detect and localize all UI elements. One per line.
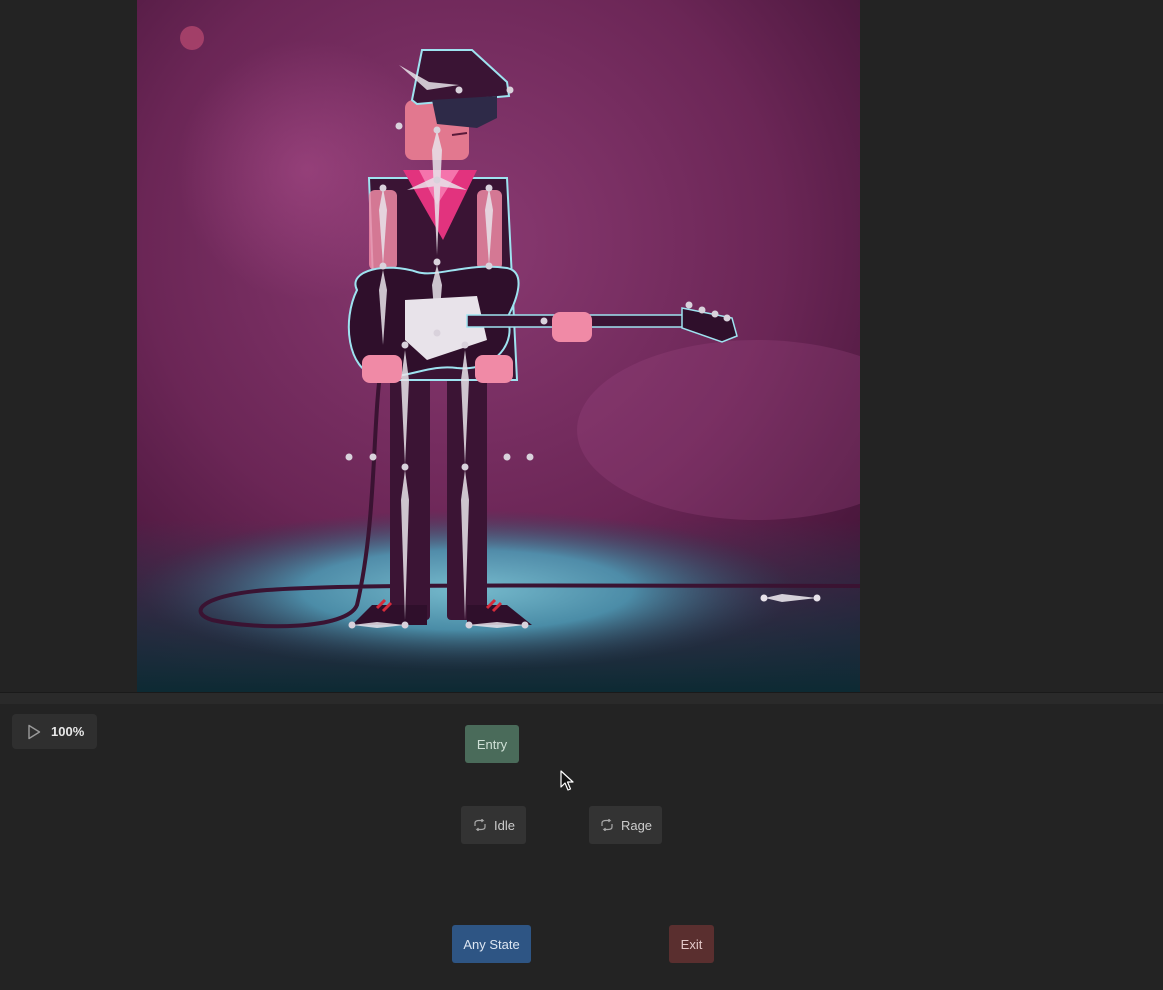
zoom-label: 100% bbox=[51, 724, 85, 739]
panel-divider[interactable] bbox=[0, 692, 1163, 704]
loop-icon bbox=[599, 819, 615, 831]
character-scene bbox=[137, 0, 860, 692]
loop-icon bbox=[472, 819, 488, 831]
state-node-label: Any State bbox=[463, 936, 520, 952]
mouse-cursor-icon bbox=[560, 770, 574, 791]
play-icon bbox=[27, 724, 41, 740]
state-node-any-state[interactable]: Any State bbox=[452, 925, 531, 963]
stage-area bbox=[0, 0, 1163, 692]
state-machine-panel: 100% Entry Idle Rage Any State Exit bbox=[0, 704, 1163, 990]
play-button[interactable]: 100% bbox=[12, 714, 97, 749]
state-node-entry[interactable]: Entry bbox=[465, 725, 519, 763]
state-node-label: Rage bbox=[620, 817, 653, 833]
state-node-exit[interactable]: Exit bbox=[669, 925, 714, 963]
state-node-idle[interactable]: Idle bbox=[461, 806, 526, 844]
state-node-rage[interactable]: Rage bbox=[589, 806, 662, 844]
state-node-label: Idle bbox=[494, 817, 515, 833]
artboard-canvas[interactable] bbox=[137, 0, 860, 692]
state-node-label: Entry bbox=[476, 736, 508, 752]
state-node-label: Exit bbox=[680, 936, 703, 952]
light-dot bbox=[180, 26, 204, 50]
